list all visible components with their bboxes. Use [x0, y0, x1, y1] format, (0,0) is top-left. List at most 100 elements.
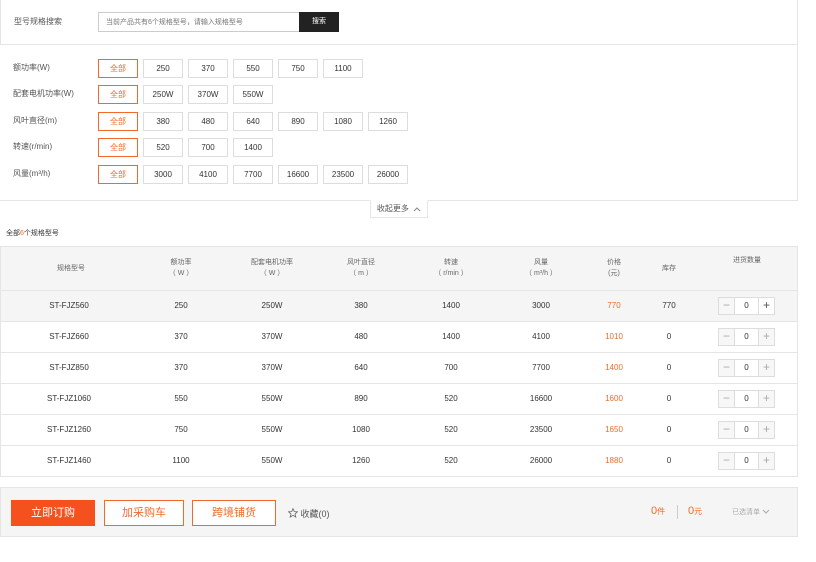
filter-option[interactable]: 250: [143, 59, 183, 78]
quantity-input[interactable]: 0: [735, 328, 758, 346]
filter-option[interactable]: 26000: [368, 165, 408, 184]
cell-flow: 16600: [529, 394, 553, 403]
cell-model: ST-FJZ1060: [46, 394, 91, 403]
filter-option[interactable]: 480: [188, 112, 228, 131]
cell-model: ST-FJZ660: [49, 332, 89, 341]
header-price: 价格 (元): [594, 257, 634, 279]
cell-power: 1100: [172, 456, 190, 465]
search-button[interactable]: 搜索: [299, 12, 339, 32]
filter-option[interactable]: 750: [278, 59, 318, 78]
filter-label: 配套电机功率(W): [13, 89, 74, 98]
header-label: 价格: [607, 259, 621, 266]
filter-option[interactable]: 1400: [233, 138, 273, 157]
cell-motor: 370W: [261, 363, 283, 372]
filter-option[interactable]: 1100: [323, 59, 363, 78]
minus-button[interactable]: −: [718, 421, 735, 439]
favorite-label: 收藏(0): [300, 509, 330, 519]
filter-option[interactable]: 700: [188, 138, 228, 157]
cell-power: 370: [174, 332, 188, 341]
favorite-button[interactable]: 收藏(0): [287, 507, 330, 520]
filter-option-all[interactable]: 全部: [98, 112, 138, 131]
cell-stock: 770: [662, 301, 676, 310]
cell-diameter: 1260: [352, 456, 370, 465]
header-model: 规格型号: [41, 263, 101, 274]
filter-option[interactable]: 370W: [188, 85, 228, 104]
quantity-input[interactable]: 0: [735, 359, 758, 377]
quantity-input[interactable]: 0: [735, 452, 758, 470]
filter-option[interactable]: 4100: [188, 165, 228, 184]
filter-option-all[interactable]: 全部: [98, 138, 138, 157]
filter-option[interactable]: 3000: [143, 165, 183, 184]
filter-option[interactable]: 890: [278, 112, 318, 131]
cell-diameter: 890: [354, 394, 368, 403]
minus-button[interactable]: −: [718, 328, 735, 346]
filter-option-all[interactable]: 全部: [98, 59, 138, 78]
cell-motor: 250W: [261, 301, 283, 310]
filter-option[interactable]: 16600: [278, 165, 318, 184]
filter-label: 风量(m³/h): [13, 169, 51, 178]
header-label: 额功率: [170, 259, 192, 266]
buy-now-button[interactable]: 立即订购: [11, 500, 95, 526]
minus-button[interactable]: −: [718, 390, 735, 408]
search-section: 型号规格搜索 搜索: [0, 0, 798, 45]
search-input[interactable]: [98, 12, 300, 32]
filter-option-all[interactable]: 全部: [98, 85, 138, 104]
chevron-down-icon: [762, 509, 770, 514]
quantity-input[interactable]: 0: [735, 421, 758, 439]
cell-power: 250: [174, 301, 188, 310]
header-unit: （ r/min ）: [434, 270, 468, 277]
filter-option[interactable]: 520: [143, 138, 183, 157]
count-suffix: 个规格型号: [23, 230, 59, 237]
cell-model: ST-FJZ1260: [46, 425, 91, 434]
header-diameter: 风叶直径 （ m ）: [331, 257, 391, 279]
filter-option[interactable]: 640: [233, 112, 273, 131]
quantity-stepper: − 0 +: [718, 297, 775, 315]
quantity-input[interactable]: 0: [735, 297, 758, 315]
quantity-input[interactable]: 0: [735, 390, 758, 408]
filter-option-all[interactable]: 全部: [98, 165, 138, 184]
collapse-label: 收起更多: [376, 204, 409, 213]
table-row: ST-FJZ660 370 370W 480 1400 4100 1010 0 …: [1, 322, 797, 353]
search-label: 型号规格搜索: [14, 17, 62, 26]
selected-list-toggle[interactable]: 已选清单: [732, 507, 770, 517]
table-row: ST-FJZ1060 550 550W 890 520 16600 1600 0…: [1, 384, 797, 415]
plus-button[interactable]: +: [758, 390, 775, 408]
filter-option[interactable]: 380: [143, 112, 183, 131]
header-label: 风量: [534, 259, 548, 266]
collapse-toggle[interactable]: 收起更多: [370, 200, 428, 218]
cell-stock: 0: [666, 456, 672, 465]
cell-diameter: 380: [354, 301, 368, 310]
cell-speed: 1400: [442, 301, 460, 310]
cell-diameter: 640: [354, 363, 368, 372]
filter-row-flow: 风量(m³/h) 全部 3000 4100 7700 16600 23500 2…: [0, 165, 798, 184]
total-quantity: 0件: [651, 505, 665, 517]
header-flow: 风量 （ m³/h ）: [511, 257, 571, 279]
filter-option[interactable]: 1260: [368, 112, 408, 131]
filter-option[interactable]: 370: [188, 59, 228, 78]
cell-speed: 1400: [442, 332, 460, 341]
plus-button[interactable]: +: [758, 359, 775, 377]
filter-option[interactable]: 1080: [323, 112, 363, 131]
minus-button[interactable]: −: [718, 297, 735, 315]
filter-option[interactable]: 23500: [323, 165, 363, 184]
cell-flow: 23500: [529, 425, 553, 434]
cell-power: 370: [174, 363, 188, 372]
cross-border-button[interactable]: 跨境铺货: [192, 500, 276, 526]
cell-price: 770: [607, 301, 621, 310]
plus-button[interactable]: +: [758, 328, 775, 346]
cell-price: 1600: [605, 394, 623, 403]
filter-option[interactable]: 550: [233, 59, 273, 78]
plus-button[interactable]: +: [758, 452, 775, 470]
minus-button[interactable]: −: [718, 452, 735, 470]
header-unit: （ m ）: [349, 270, 373, 277]
cell-stock: 0: [666, 425, 672, 434]
plus-button[interactable]: +: [758, 297, 775, 315]
filter-option[interactable]: 7700: [233, 165, 273, 184]
plus-button[interactable]: +: [758, 421, 775, 439]
filter-option[interactable]: 550W: [233, 85, 273, 104]
minus-button[interactable]: −: [718, 359, 735, 377]
cell-model: ST-FJZ560: [49, 301, 89, 310]
filter-option[interactable]: 250W: [143, 85, 183, 104]
add-to-cart-button[interactable]: 加采购车: [104, 500, 184, 526]
cell-power: 750: [174, 425, 188, 434]
